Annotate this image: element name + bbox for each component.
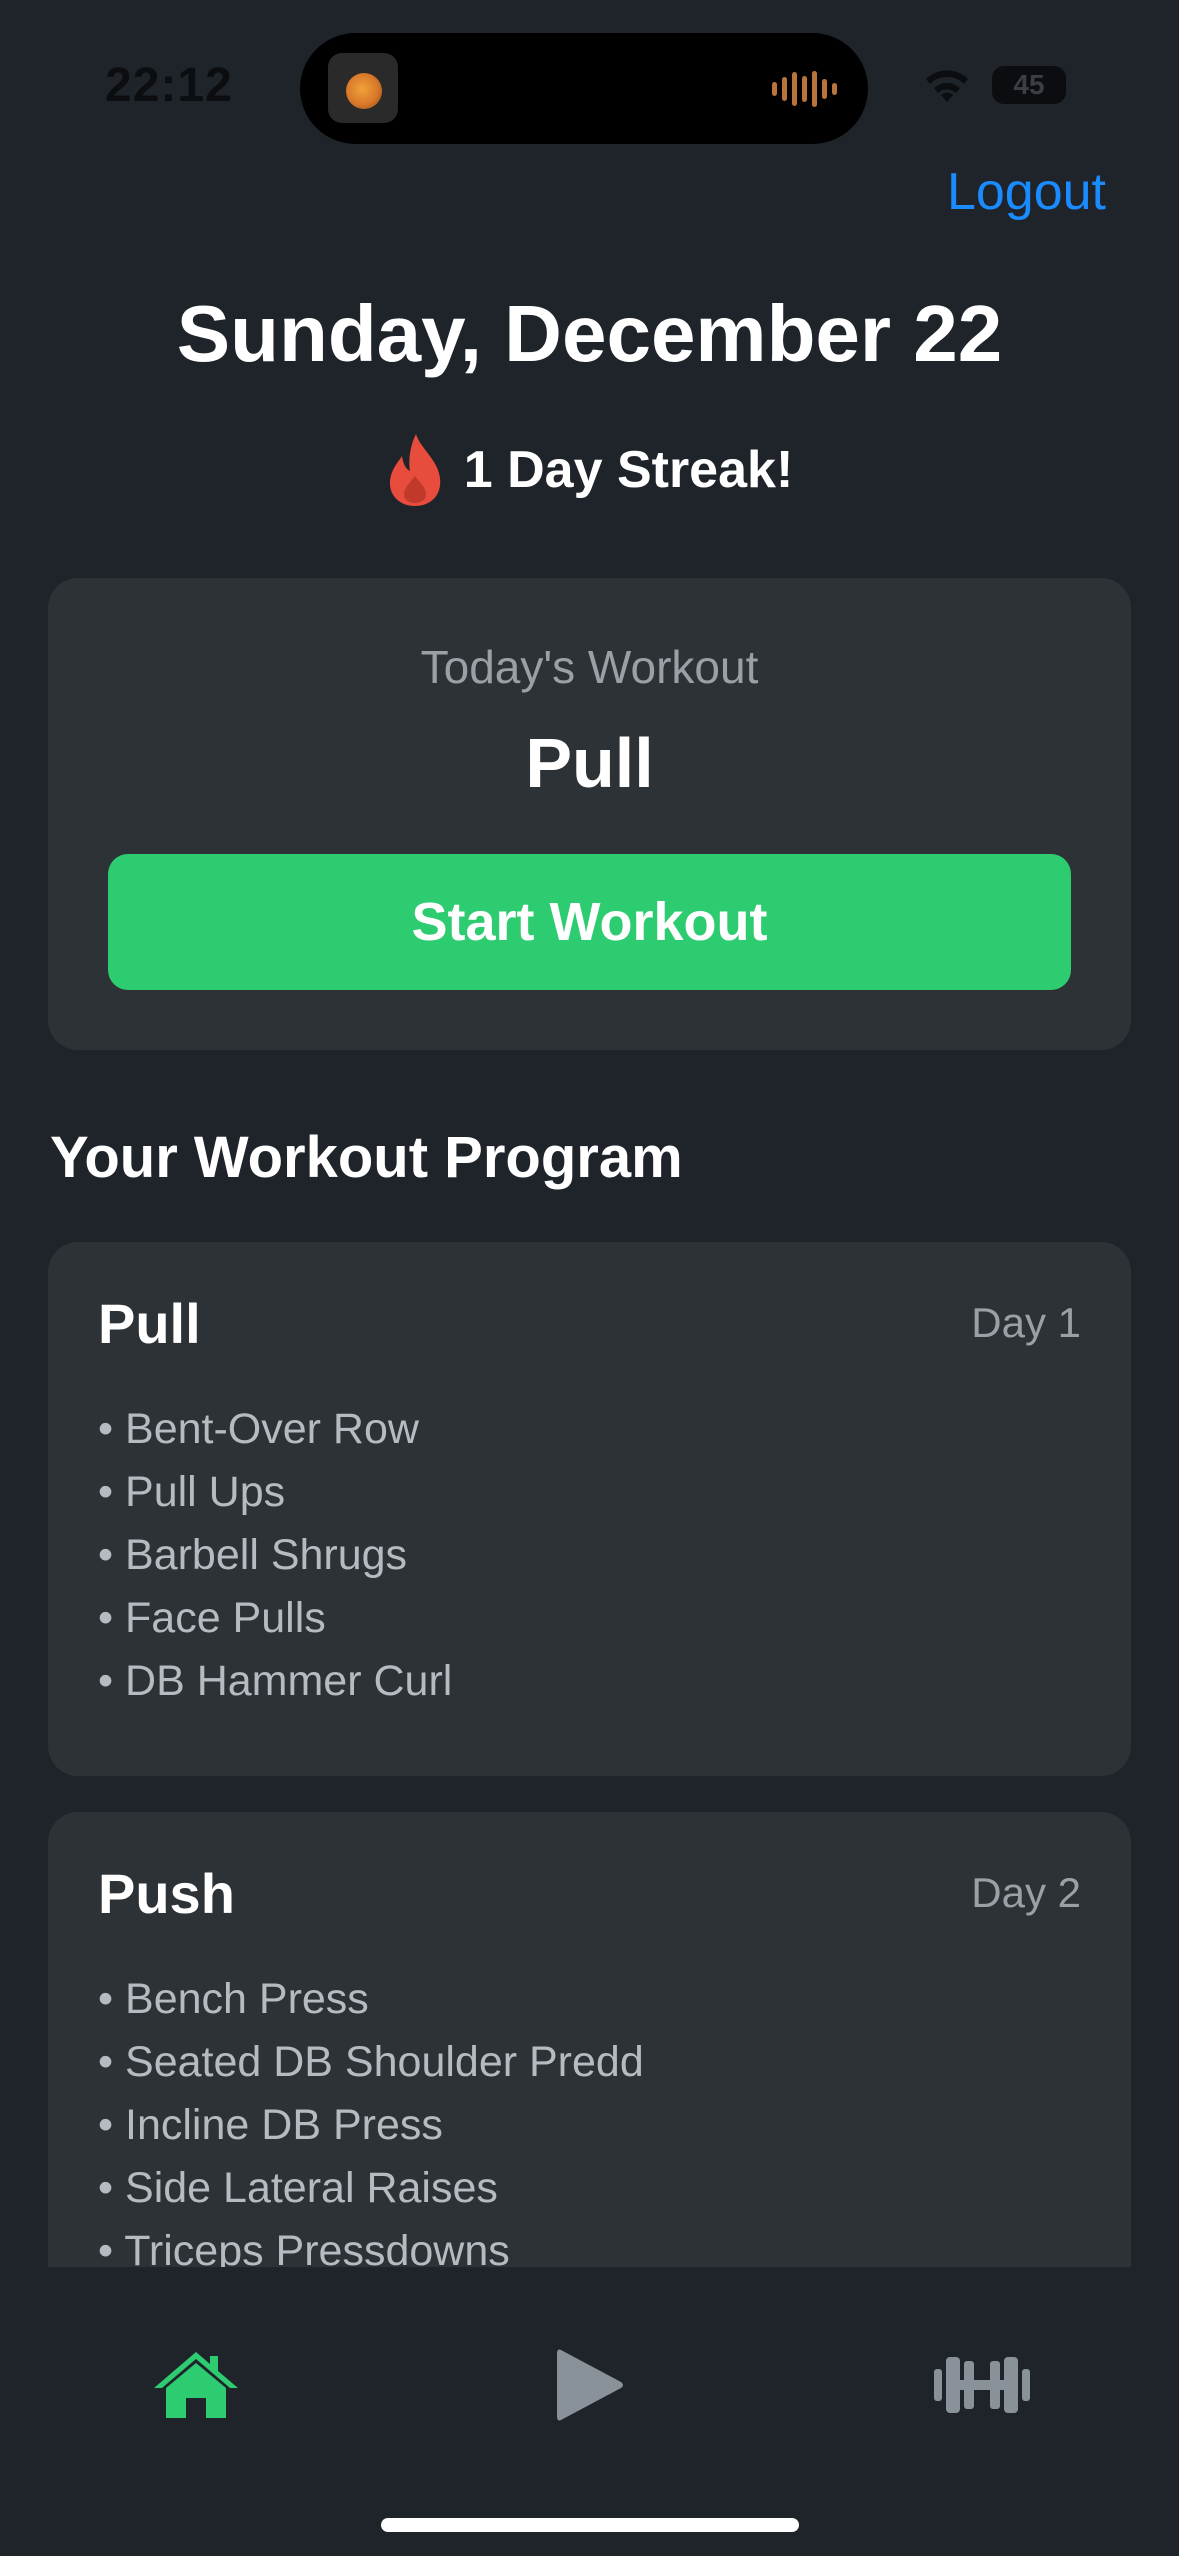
exercise-item: Face Pulls: [98, 1587, 1081, 1650]
tab-play[interactable]: [540, 2335, 640, 2435]
program-list[interactable]: Pull Day 1 Bent-Over Row Pull Ups Barbel…: [48, 1242, 1131, 2267]
exercise-item: Incline DB Press: [98, 2094, 1081, 2157]
day-number: Day 1: [971, 1299, 1081, 1346]
now-playing-artwork: [328, 53, 398, 123]
day-number: Day 2: [971, 1869, 1081, 1916]
exercise-item: DB Hammer Curl: [98, 1650, 1081, 1713]
todays-workout-name: Pull: [525, 724, 654, 802]
wifi-icon: [926, 70, 968, 102]
start-workout-button[interactable]: Start Workout: [108, 854, 1071, 990]
exercise-item: Barbell Shrugs: [98, 1524, 1081, 1587]
program-heading: Your Workout Program: [50, 1125, 683, 1190]
todays-workout-card: Today's Workout Pull Start Workout: [48, 578, 1131, 1050]
streak-text: 1 Day Streak!: [463, 441, 794, 499]
exercise-item: Bent-Over Row: [98, 1398, 1081, 1461]
dynamic-island[interactable]: [300, 33, 868, 144]
flame-icon: [389, 434, 440, 506]
page-title: Sunday, December 22: [176, 289, 1003, 378]
exercise-item: Pull Ups: [98, 1461, 1081, 1524]
battery-indicator: 45: [992, 66, 1066, 104]
todays-workout-label: Today's Workout: [420, 641, 759, 693]
exercise-list: Bent-Over Row Pull Ups Barbell Shrugs Fa…: [98, 1398, 1081, 1713]
audio-wave-icon: [772, 71, 838, 107]
tab-home[interactable]: [146, 2335, 246, 2435]
day-name: Push: [98, 1861, 235, 1925]
dumbbell-icon: [934, 2357, 1030, 2413]
program-day-card-push[interactable]: Push Day 2 Bench Press Seated DB Shoulde…: [48, 1812, 1131, 2267]
exercise-list: Bench Press Seated DB Shoulder Predd Inc…: [98, 1968, 1081, 2267]
exercise-item: Triceps Pressdowns: [98, 2220, 1081, 2267]
tab-workouts[interactable]: [932, 2335, 1032, 2435]
exercise-item: Seated DB Shoulder Predd: [98, 2031, 1081, 2094]
home-screen: 22:12 45 Logout Sunday, December 22 1 Da…: [0, 0, 1179, 2556]
play-icon: [557, 2349, 623, 2421]
program-day-card-pull[interactable]: Pull Day 1 Bent-Over Row Pull Ups Barbel…: [48, 1242, 1131, 1776]
status-time: 22:12: [105, 59, 233, 112]
exercise-item: Bench Press: [98, 1968, 1081, 2031]
logout-button[interactable]: Logout: [947, 162, 1106, 222]
streak-indicator: 1 Day Streak!: [0, 432, 1179, 508]
day-name: Pull: [98, 1291, 201, 1355]
home-icon: [154, 2352, 238, 2418]
tab-bar: [0, 2267, 1179, 2556]
home-indicator[interactable]: [381, 2518, 799, 2532]
exercise-item: Side Lateral Raises: [98, 2157, 1081, 2220]
